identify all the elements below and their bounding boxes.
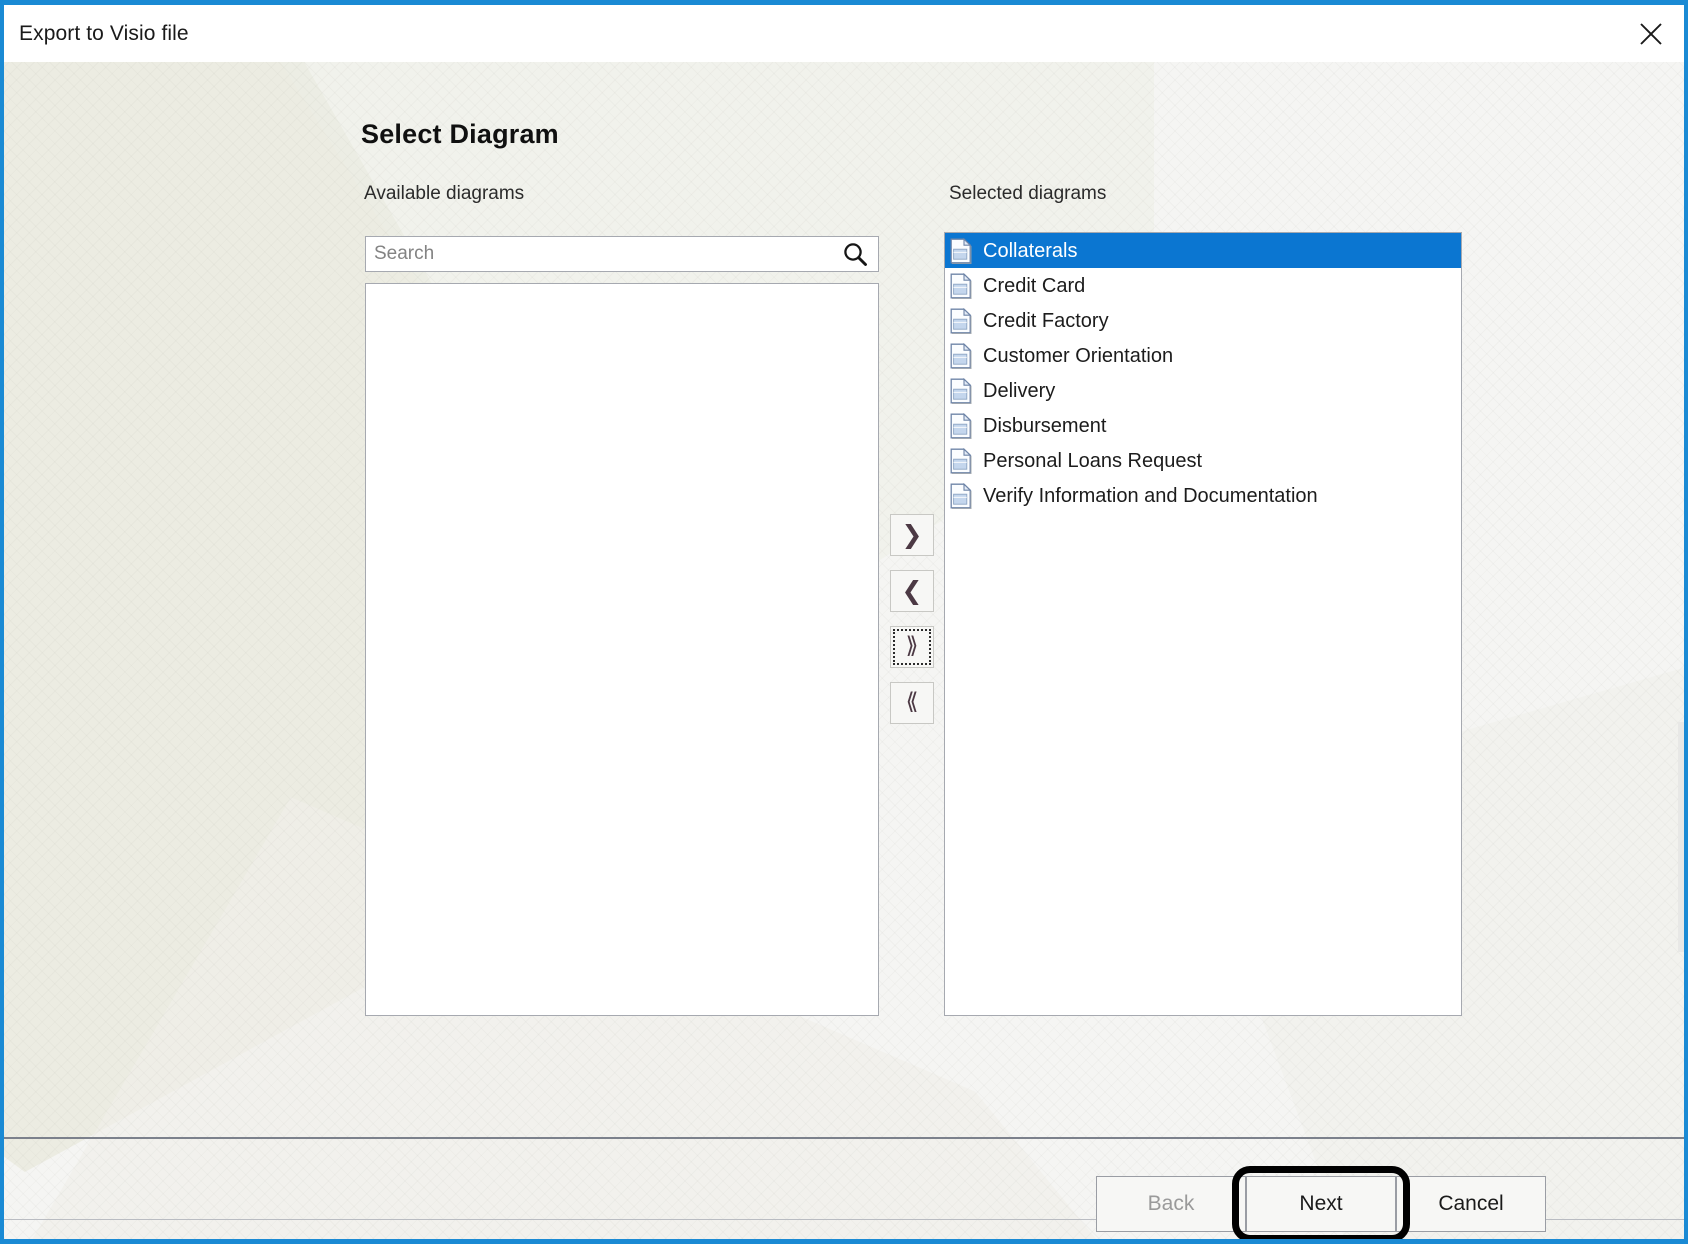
list-item-label: Verify Information and Documentation [983, 484, 1318, 507]
chevron-double-right-icon: ⟫ [905, 632, 919, 659]
list-item-label: Collaterals [983, 239, 1078, 262]
list-item[interactable]: Collaterals [945, 233, 1461, 268]
list-item-label: Credit Factory [983, 309, 1109, 332]
list-item-label: Disbursement [983, 414, 1107, 437]
close-icon[interactable] [1628, 11, 1674, 55]
document-icon [950, 237, 972, 264]
dialog-title: Export to Visio file [19, 22, 189, 45]
list-item[interactable]: Credit Factory [945, 303, 1461, 338]
next-button[interactable]: Next [1246, 1176, 1396, 1232]
list-item-label: Delivery [983, 379, 1056, 402]
list-item[interactable]: Verify Information and Documentation [945, 478, 1461, 513]
list-item[interactable]: Personal Loans Request [945, 443, 1461, 478]
move-right-button[interactable]: ❯ [890, 514, 934, 556]
selected-diagrams-list[interactable]: Collaterals Credit Card Credit Factory Cust… [944, 232, 1462, 1016]
document-icon [950, 307, 972, 334]
chevron-double-left-icon: ⟪ [905, 688, 919, 715]
cancel-button-label: Cancel [1438, 1192, 1504, 1215]
right-edge-sliver [1678, 722, 1684, 952]
available-diagrams-list[interactable] [365, 283, 879, 1016]
dialog-titlebar: Export to Visio file [4, 5, 1684, 62]
move-all-right-button[interactable]: ⟫ [890, 626, 934, 668]
list-item[interactable]: Disbursement [945, 408, 1461, 443]
list-item-label: Credit Card [983, 274, 1086, 297]
document-icon [950, 412, 972, 439]
search-field[interactable] [365, 236, 879, 272]
back-button[interactable]: Back [1096, 1176, 1246, 1232]
transfer-button-group: ❯ ❮ ⟫ ⟪ [890, 514, 934, 738]
document-icon [950, 342, 972, 369]
back-button-label: Back [1147, 1192, 1195, 1215]
next-button-label: Next [1299, 1192, 1343, 1215]
document-icon [950, 447, 972, 474]
list-item-label: Customer Orientation [983, 344, 1174, 367]
selected-diagrams-label: Selected diagrams [949, 183, 1107, 204]
list-item-label: Personal Loans Request [983, 449, 1203, 472]
list-item[interactable]: Credit Card [945, 268, 1461, 303]
document-icon [950, 272, 972, 299]
search-icon[interactable] [840, 241, 870, 268]
document-icon [950, 377, 972, 404]
list-item[interactable]: Delivery [945, 373, 1461, 408]
chevron-left-icon: ❮ [901, 575, 923, 605]
page-title: Select Diagram [361, 119, 559, 149]
available-diagrams-label: Available diagrams [364, 183, 525, 204]
document-icon [950, 482, 972, 509]
cancel-button[interactable]: Cancel [1396, 1176, 1546, 1232]
list-item[interactable]: Customer Orientation [945, 338, 1461, 373]
chevron-right-icon: ❯ [901, 519, 923, 549]
move-left-button[interactable]: ❮ [890, 570, 934, 612]
move-all-left-button[interactable]: ⟪ [890, 682, 934, 724]
search-input[interactable] [366, 237, 826, 271]
export-to-visio-dialog: Export to Visio file Select Diagram Avai… [0, 0, 1688, 1244]
